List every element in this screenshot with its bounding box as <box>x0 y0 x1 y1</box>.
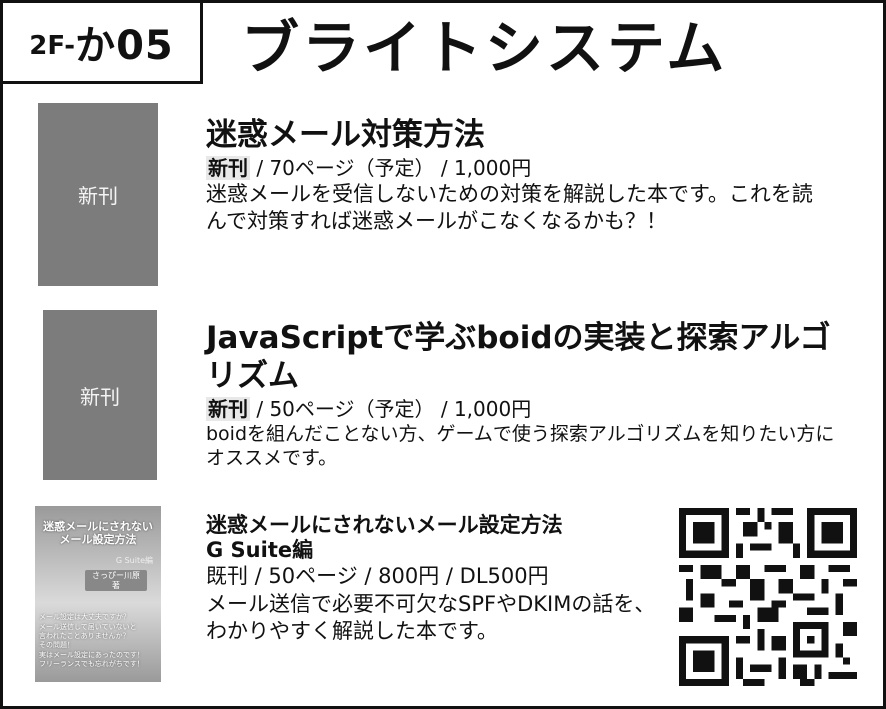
book-entry-1: 迷惑メール対策方法 新刊 / 70ページ（予定） / 1,000円 迷惑メールを… <box>206 117 826 235</box>
book-subtitle: G Suite編 <box>206 538 314 563</box>
circle-name: ブライトシステム <box>241 14 728 82</box>
circle-flyer: 2F- か05 ブライトシステム 新刊 迷惑メール対策方法 新刊 / 70ページ… <box>0 0 886 709</box>
cover-label: 新刊 <box>78 184 118 208</box>
qr-code-icon[interactable] <box>675 508 861 686</box>
book-details: / 70ページ（予定） / 1,000円 <box>250 155 532 180</box>
cover-blurb: メール設定は大丈夫ですか？ メール送信して届いていないと 言われたことありません… <box>39 613 161 670</box>
cover-blurb-line: メール設定は大丈夫ですか？ <box>39 613 130 622</box>
booth-prefix: 2F- <box>29 31 76 61</box>
book-description: boidを組んだことない方、ゲームで使う探索アルゴリズムを知りたい方にオススメで… <box>206 422 835 470</box>
book-details: / 50ページ（予定） / 1,000円 <box>250 396 532 421</box>
cover-title-line1: 迷惑メールにされない <box>43 520 153 533</box>
book-cover-3: 迷惑メールにされない メール設定方法 G Suite編 さっぴー川原 著 メール… <box>35 506 161 682</box>
release-status: 新刊 <box>206 155 250 180</box>
cover-blurb-line: フリーランスでも忘れがちです！ <box>39 660 144 669</box>
book-details: 既刊 / 50ページ / 800円 / DL500円 <box>206 564 549 589</box>
cover-blurb-line: 実はメール設定にあったのです！ <box>39 650 144 659</box>
cover-blurb-line: その問題！ <box>39 641 74 650</box>
book-title: 迷惑メール対策方法 <box>206 117 485 153</box>
book-meta: 新刊 / 70ページ（予定） / 1,000円 <box>206 155 826 181</box>
cover-blurb-line: メール送信して届いていないと <box>39 622 137 631</box>
release-status: 新刊 <box>206 396 250 421</box>
book-entry-2: JavaScriptで学ぶboidの実装と探索アルゴリズム 新刊 / 50ページ… <box>206 320 846 471</box>
cover-author: さっぴー川原 著 <box>85 569 148 592</box>
book-title: JavaScriptで学ぶboidの実装と探索アルゴリズム <box>206 320 831 394</box>
cover-subtitle: G Suite編 <box>115 556 153 566</box>
booth-number-box: 2F- か05 <box>3 3 203 84</box>
book-entry-3: 迷惑メールにされないメール設定方法 G Suite編 既刊 / 50ページ / … <box>206 513 656 645</box>
book-description: 迷惑メールを受信しないための対策を解説した本です。これを読んで対策すれば迷惑メー… <box>206 181 813 234</box>
cover-title-line2: メール設定方法 <box>59 533 137 547</box>
booth-code: か05 <box>75 23 174 69</box>
book-title: 迷惑メールにされないメール設定方法 <box>206 513 563 537</box>
cover-label: 新刊 <box>80 384 120 409</box>
book-meta: 新刊 / 50ページ（予定） / 1,000円 <box>206 396 846 422</box>
book-cover-1: 新刊 <box>38 103 158 286</box>
book-cover-2: 新刊 <box>43 310 157 480</box>
book-description: メール送信で必要不可欠なSPFやDKIMの話を、わかりやすく解説した本です。 <box>206 591 656 643</box>
